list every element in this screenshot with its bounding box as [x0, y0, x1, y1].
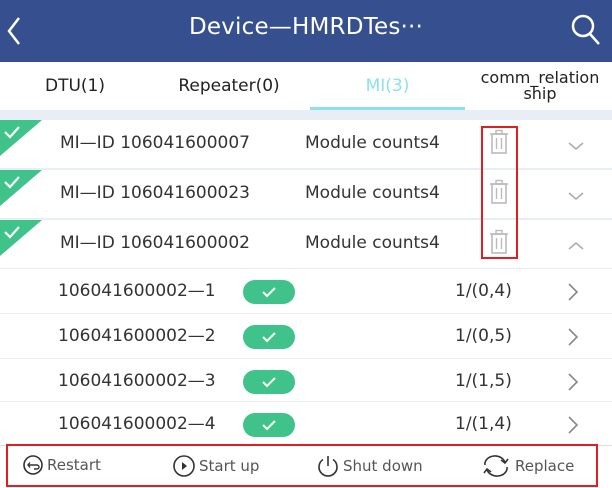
- mi-row[interactable]: MI—ID 106041600023 Module counts4: [0, 170, 612, 218]
- status-check-badge: [243, 280, 295, 304]
- module-counts: Module counts4: [305, 183, 440, 203]
- chevron-down-icon[interactable]: [567, 187, 585, 206]
- search-icon[interactable]: [570, 13, 602, 51]
- mi-id: MI—ID 106041600007: [60, 133, 250, 153]
- tab-label: MI(3): [365, 76, 410, 96]
- tab-repeater[interactable]: Repeater(0): [150, 62, 308, 110]
- tab-dtu[interactable]: DTU(1): [0, 62, 150, 110]
- selected-check-icon[interactable]: [0, 120, 42, 156]
- chevron-down-icon[interactable]: [567, 137, 585, 156]
- module-position: 1/(1,4): [455, 414, 512, 434]
- mi-id: MI—ID 106041600002: [60, 233, 250, 253]
- status-check-badge: [243, 413, 295, 437]
- module-id: 106041600002—1: [58, 281, 216, 301]
- module-position: 1/(0,4): [455, 281, 512, 301]
- module-counts: Module counts4: [305, 233, 440, 253]
- module-position: 1/(1,5): [455, 371, 512, 391]
- section-divider: [0, 110, 612, 120]
- module-id: 106041600002—4: [58, 414, 216, 434]
- chevron-right-icon[interactable]: [566, 415, 580, 439]
- chevron-right-icon[interactable]: [566, 372, 580, 396]
- mi-id: MI—ID 106041600023: [60, 183, 250, 203]
- module-row[interactable]: 106041600002—4 1/(1,4): [0, 401, 612, 448]
- selected-check-icon[interactable]: [0, 170, 42, 206]
- module-id: 106041600002—3: [58, 371, 216, 391]
- tab-label-line2: ship: [523, 84, 557, 103]
- tab-comm-relationship[interactable]: comm_relation ship: [465, 62, 612, 110]
- mi-row[interactable]: MI—ID 106041600007 Module counts4: [0, 120, 612, 168]
- trash-highlight-box: [481, 126, 518, 259]
- app-header: Device—HMRDTes···: [0, 0, 612, 62]
- tab-label: Repeater(0): [178, 76, 280, 96]
- module-counts: Module counts4: [305, 133, 440, 153]
- toolbar-highlight-box: [6, 444, 598, 487]
- module-row[interactable]: 106041600002—1 1/(0,4): [0, 268, 612, 315]
- chevron-right-icon[interactable]: [566, 282, 580, 306]
- tab-label: DTU(1): [45, 76, 105, 96]
- chevron-right-icon[interactable]: [566, 327, 580, 351]
- module-position: 1/(0,5): [455, 326, 512, 346]
- tab-bar: DTU(1) Repeater(0) MI(3) comm_relation s…: [0, 62, 612, 110]
- page-title: Device—HMRDTes···: [188, 14, 424, 40]
- module-id: 106041600002—2: [58, 326, 216, 346]
- mi-row[interactable]: MI—ID 106041600002 Module counts4: [0, 220, 612, 268]
- module-row[interactable]: 106041600002—2 1/(0,5): [0, 313, 612, 360]
- status-check-badge: [243, 325, 295, 349]
- status-check-badge: [243, 370, 295, 394]
- tab-mi[interactable]: MI(3): [310, 62, 465, 110]
- chevron-up-icon[interactable]: [567, 237, 585, 256]
- selected-check-icon[interactable]: [0, 220, 42, 256]
- module-row[interactable]: 106041600002—3 1/(1,5): [0, 358, 612, 405]
